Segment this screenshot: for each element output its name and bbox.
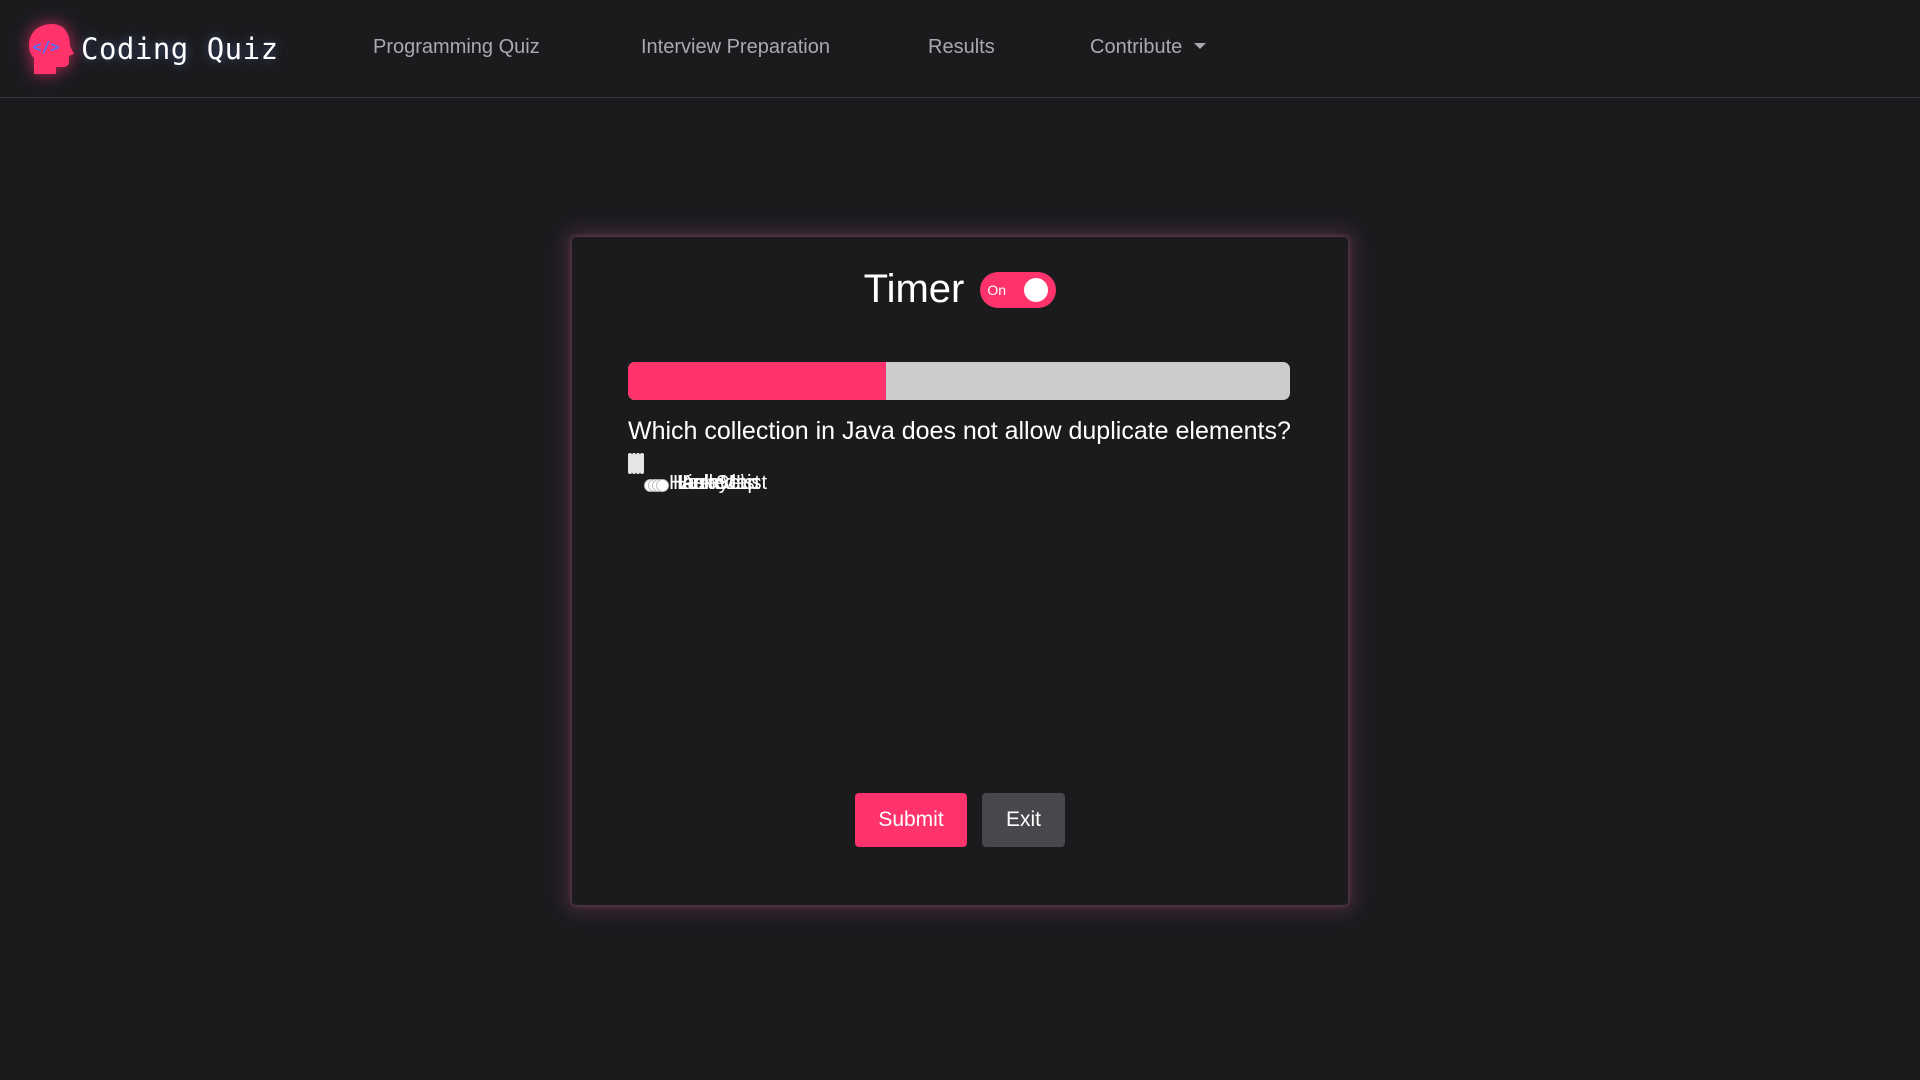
chevron-down-icon	[1194, 43, 1207, 49]
head-code-icon: </>	[26, 22, 78, 76]
toggle-knob	[1024, 277, 1049, 302]
navbar: </> Coding Quiz Programming Quiz Intervi…	[0, 0, 1920, 98]
timer-label: Timer	[863, 267, 965, 311]
timer-progress-bar	[628, 362, 1290, 400]
nav-contribute-dropdown[interactable]: Contribute	[1090, 36, 1207, 59]
timer-row: Timer On	[572, 267, 1348, 312]
timer-progress-fill	[628, 362, 887, 400]
nav-results[interactable]: Results	[928, 36, 995, 59]
answer-option-label: ArrayList	[681, 472, 760, 494]
brand-link[interactable]: </> Coding Quiz	[26, 22, 279, 76]
quiz-actions: Submit Exit	[572, 793, 1348, 847]
svg-text:</>: </>	[32, 38, 59, 56]
exit-button[interactable]: Exit	[982, 793, 1065, 847]
quiz-card: Timer On Which collection in Java does n…	[572, 237, 1348, 905]
question-text: Which collection in Java does not allow …	[628, 417, 1291, 445]
radio-button[interactable]	[656, 479, 669, 492]
timer-toggle-state: On	[987, 281, 1007, 298]
nav-contribute-label: Contribute	[1090, 36, 1183, 58]
brand-name: Coding Quiz	[81, 32, 279, 66]
nav-interview-preparation[interactable]: Interview Preparation	[641, 36, 830, 59]
submit-button[interactable]: Submit	[855, 793, 967, 847]
nav-programming-quiz[interactable]: Programming Quiz	[373, 36, 540, 59]
timer-toggle[interactable]: On	[980, 271, 1057, 308]
answer-option[interactable]: ArrayList	[640, 453, 760, 494]
answer-options: HashSet HashMap LinkedList ArrayList	[628, 453, 1290, 494]
